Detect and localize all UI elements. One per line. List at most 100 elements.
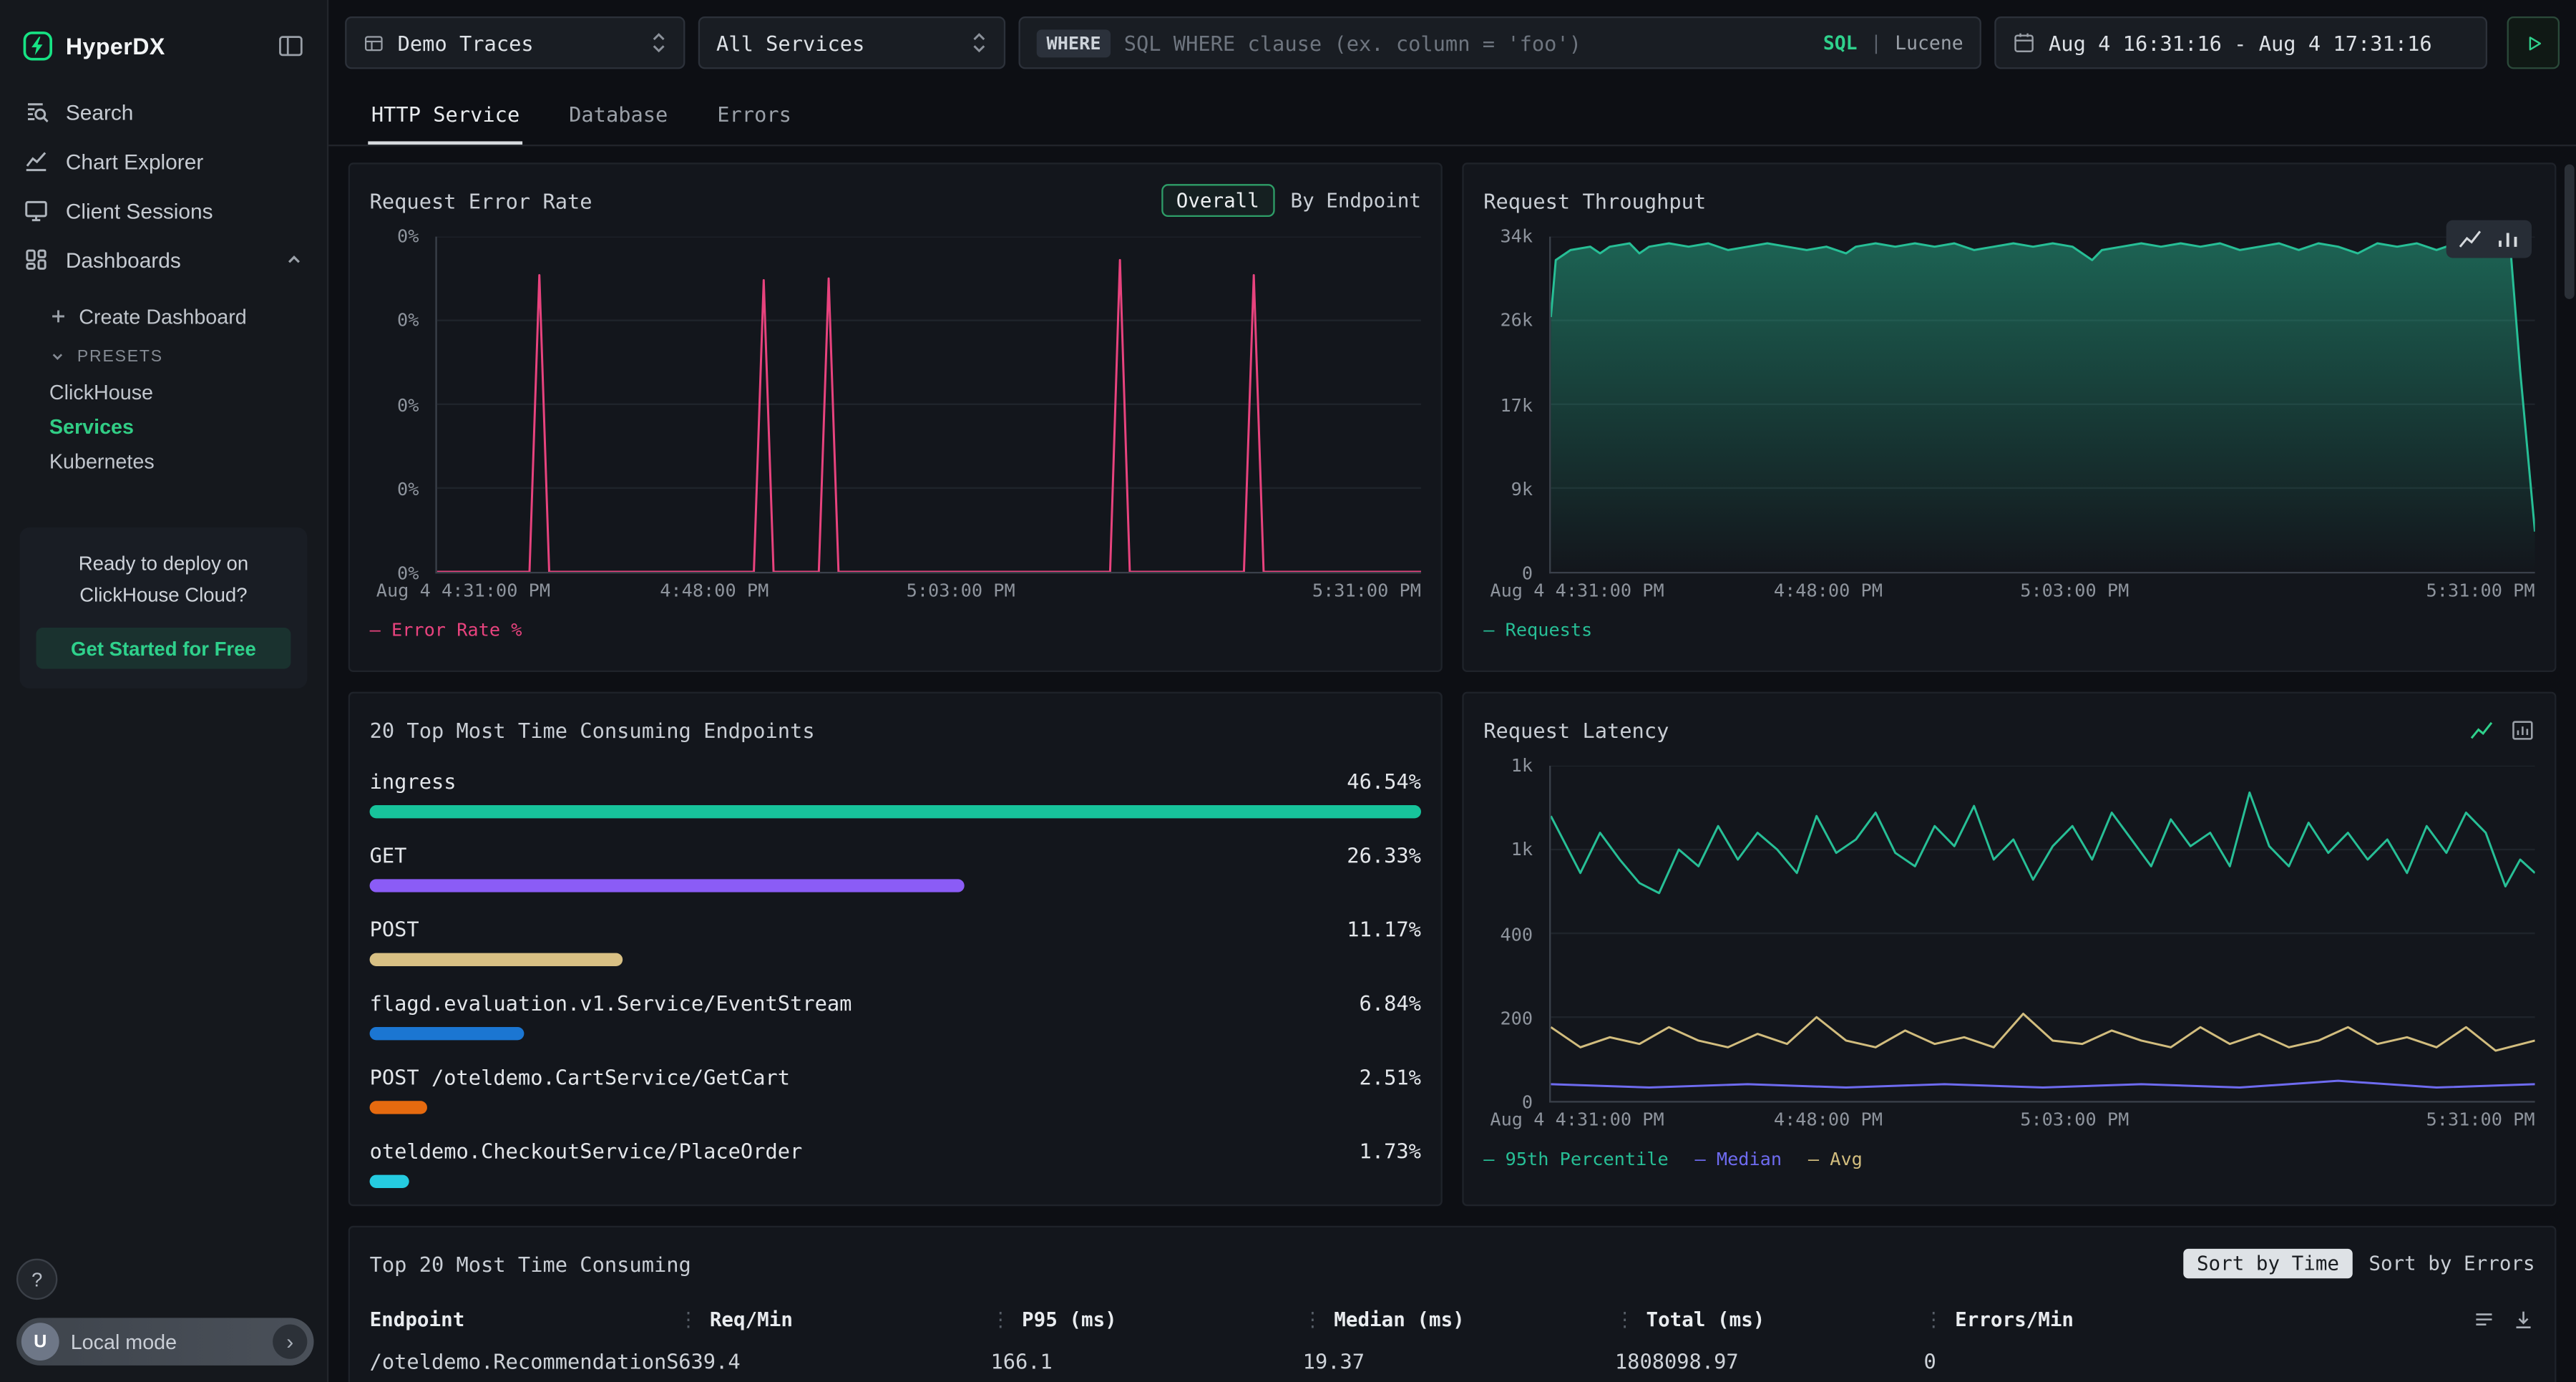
endpoint-bar <box>370 879 965 892</box>
calendar-icon <box>2013 31 2036 54</box>
presets-toggle[interactable]: PRESETS <box>0 339 327 375</box>
dashboard-tabs: HTTP Service Database Errors <box>328 85 2576 146</box>
sort-by-time-button[interactable]: Sort by Time <box>2184 1249 2353 1278</box>
rows-icon[interactable] <box>2472 1308 2495 1331</box>
table-row[interactable]: /oteldemo.RecommendationServ639.4166.119… <box>370 1349 2535 1373</box>
column-header-total-ms[interactable]: ⋮Total (ms) <box>1615 1308 1924 1331</box>
sidebar-item-label: Chart Explorer <box>66 149 203 173</box>
search-icon <box>23 99 49 125</box>
x-tick-label: Aug 4 4:31:00 PM <box>376 580 550 601</box>
chart-legend: — Requests <box>1483 620 2534 641</box>
run-query-button[interactable] <box>2507 16 2560 69</box>
toggle-overall[interactable]: Overall <box>1161 184 1274 217</box>
table-body: /oteldemo.RecommendationServ639.4166.119… <box>370 1349 2535 1373</box>
get-started-button[interactable]: Get Started for Free <box>36 628 291 668</box>
column-drag-handle-icon: ⋮ <box>1303 1308 1323 1331</box>
clickhouse-cloud-promo: Ready to deploy on ClickHouse Cloud? Get… <box>20 527 308 688</box>
sidebar-item-label: Search <box>66 99 134 124</box>
service-select-value: All Services <box>716 30 864 54</box>
promo-text-line2: ClickHouse Cloud? <box>36 580 291 610</box>
x-tick-label: 5:31:00 PM <box>2426 1109 2535 1131</box>
tab-errors[interactable]: Errors <box>714 85 795 145</box>
toggle-by-endpoint[interactable]: By Endpoint <box>1290 189 1420 212</box>
column-header-endpoint[interactable]: Endpoint <box>370 1308 679 1331</box>
y-axis: 0%0%0%0%0% <box>370 237 426 574</box>
date-range-value: Aug 4 16:31:16 - Aug 4 17:31:16 <box>2049 30 2432 54</box>
preset-item-kubernetes[interactable]: Kubernetes <box>0 444 327 478</box>
column-header-p95-ms[interactable]: ⋮P95 (ms) <box>990 1308 1302 1331</box>
endpoint-bar <box>370 805 1421 818</box>
column-header-median-ms[interactable]: ⋮Median (ms) <box>1303 1308 1615 1331</box>
preset-item-services[interactable]: Services <box>0 409 327 444</box>
throughput-chart: 34k26k17k9k0 Aug 4 4:31:00 PM4:48:00 PM5… <box>1483 237 2534 605</box>
histogram-icon[interactable] <box>2510 717 2534 741</box>
lucene-language-toggle[interactable]: Lucene <box>1895 31 1963 54</box>
endpoint-value: 11.17% <box>1347 917 1421 941</box>
y-tick-label: 0% <box>397 310 419 331</box>
sidebar-item-dashboards[interactable]: Dashboards <box>0 235 327 284</box>
endpoint-value: 26.33% <box>1347 843 1421 867</box>
endpoint-value: 46.54% <box>1347 769 1421 793</box>
endpoint-row[interactable]: oteldemo.CheckoutService/PlaceOrder1.73% <box>370 1139 1421 1188</box>
line-chart-icon[interactable] <box>2458 227 2482 251</box>
dashboard-grid: Request Error Rate Overall By Endpoint 0… <box>328 146 2576 1382</box>
where-clause-input[interactable] <box>1124 30 1810 54</box>
line-chart-icon[interactable] <box>2469 717 2494 741</box>
y-tick-label: 200 <box>1500 1008 1533 1029</box>
download-icon[interactable] <box>2512 1308 2534 1331</box>
select-chevrons-icon <box>650 29 667 56</box>
table-cell: 1808098.97 <box>1615 1349 1924 1373</box>
language-divider: | <box>1870 31 1882 54</box>
dashboards-subtree: Create Dashboard PRESETS ClickHouseServi… <box>0 284 327 478</box>
endpoint-row[interactable]: POST11.17% <box>370 917 1421 966</box>
legend-item-avg: — Avg <box>1808 1149 1863 1170</box>
endpoint-row[interactable]: ingress46.54% <box>370 769 1421 818</box>
column-header-errors-min[interactable]: ⋮Errors/Min <box>1924 1308 2187 1331</box>
where-badge: WHERE <box>1037 29 1111 57</box>
chevron-down-icon <box>49 349 66 365</box>
main-area: Demo Traces All Services WHERE SQL | Luc… <box>328 0 2576 1382</box>
y-tick-label: 26k <box>1500 310 1533 331</box>
latency-chart: 1k1k4002000 Aug 4 4:31:00 PM4:48:00 PM5:… <box>1483 766 2534 1134</box>
tab-database[interactable]: Database <box>566 85 671 145</box>
sidebar-collapse-icon[interactable] <box>278 33 304 59</box>
x-tick-label: 5:31:00 PM <box>1312 580 1421 601</box>
avatar: U <box>21 1323 59 1361</box>
preset-item-clickhouse[interactable]: ClickHouse <box>0 374 327 409</box>
y-tick-label: 17k <box>1500 394 1533 416</box>
table-cell: /oteldemo.RecommendationServ <box>370 1349 679 1373</box>
column-header-req-min[interactable]: ⋮Req/Min <box>678 1308 990 1331</box>
x-tick-label: 4:48:00 PM <box>1774 580 1883 601</box>
user-menu[interactable]: U Local mode › <box>16 1318 314 1366</box>
plot-area <box>435 237 1421 574</box>
sidebar-item-search[interactable]: Search <box>0 87 327 137</box>
sql-language-toggle[interactable]: SQL <box>1823 31 1858 54</box>
tab-http-service[interactable]: HTTP Service <box>368 85 523 145</box>
data-source-select[interactable]: Demo Traces <box>345 16 685 69</box>
logo-row: HyperDX <box>0 0 327 87</box>
scrollbar-thumb[interactable] <box>2565 165 2575 299</box>
create-dashboard-button[interactable]: Create Dashboard <box>0 294 327 339</box>
x-tick-label: Aug 4 4:31:00 PM <box>1490 1109 1664 1131</box>
date-range-picker[interactable]: Aug 4 16:31:16 - Aug 4 17:31:16 <box>1994 16 2487 69</box>
plot-area <box>1549 237 2535 574</box>
endpoint-label: GET <box>370 843 407 867</box>
help-button[interactable]: ? <box>16 1259 57 1300</box>
y-tick-label: 400 <box>1500 923 1533 945</box>
service-select[interactable]: All Services <box>698 16 1005 69</box>
bar-chart-icon[interactable] <box>2496 227 2520 251</box>
column-drag-handle-icon: ⋮ <box>990 1308 1010 1331</box>
sidebar-item-client-sessions[interactable]: Client Sessions <box>0 185 327 235</box>
legend-item-requests: — Requests <box>1483 620 1592 641</box>
endpoint-row[interactable]: POST /oteldemo.CartService/GetCart2.51% <box>370 1065 1421 1114</box>
endpoint-row[interactable]: flagd.evaluation.v1.Service/EventStream6… <box>370 991 1421 1040</box>
sidebar-item-chart-explorer[interactable]: Chart Explorer <box>0 137 327 186</box>
endpoint-row[interactable]: GET 26.33% <box>370 843 1421 892</box>
sort-by-errors-button[interactable]: Sort by Errors <box>2368 1252 2534 1275</box>
card-title: Top 20 Most Time Consuming <box>370 1251 691 1275</box>
y-tick-label: 34k <box>1500 226 1533 248</box>
card-title: Request Latency <box>1483 717 1669 741</box>
table-cell: 639.4 <box>678 1349 990 1373</box>
x-axis: Aug 4 4:31:00 PM4:48:00 PM5:03:00 PM5:31… <box>1549 1109 2535 1134</box>
table-icon <box>363 32 384 54</box>
